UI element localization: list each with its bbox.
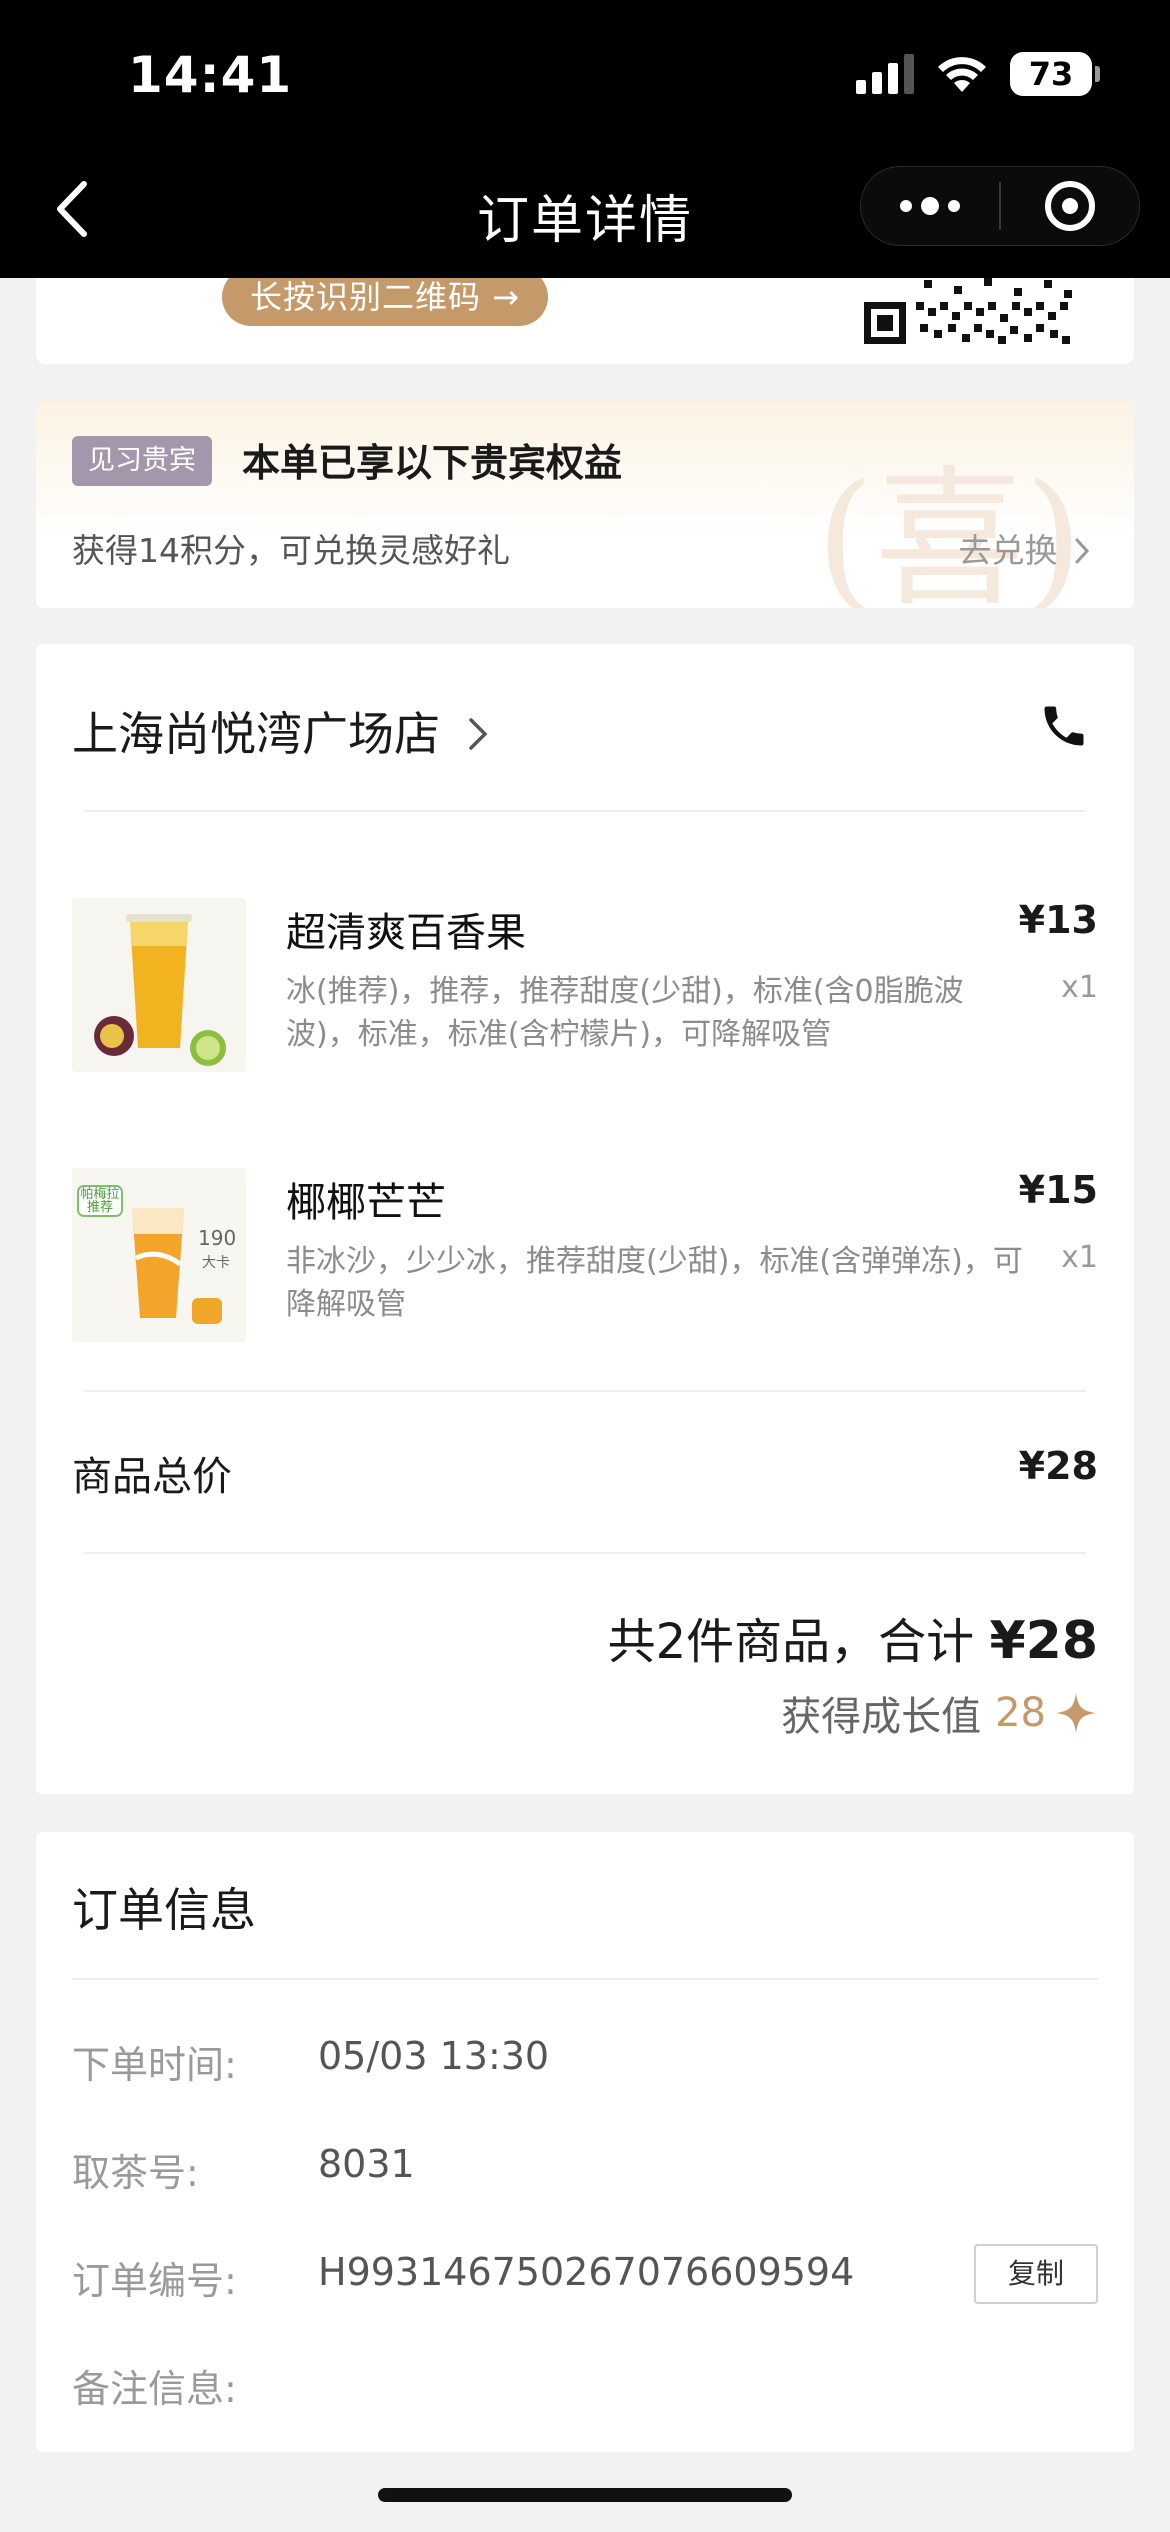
- wifi-icon: [936, 54, 988, 94]
- order-items-card: 上海尚悦湾广场店 超清爽百香果 冰(推荐)，推荐，推荐甜度(少甜)，标准(含0脂…: [36, 644, 1134, 1794]
- qr-code-icon[interactable]: [864, 268, 1074, 354]
- item-quantity: x1: [1061, 1240, 1098, 1275]
- store-name: 上海尚悦湾广场店: [72, 707, 440, 761]
- item-quantity: x1: [1061, 970, 1098, 1005]
- item-price: ¥15: [1018, 1168, 1098, 1212]
- order-info-card: 订单信息 下单时间: 05/03 13:30 取茶号: 8031 订单编号: H…: [36, 1832, 1134, 2452]
- item-options: 非冰沙，少少冰，推荐甜度(少甜)，标准(含弹弹冻)，可降解吸管: [286, 1244, 1023, 1322]
- item-image-tag: 帕梅拉推荐: [80, 1187, 120, 1215]
- item-image-passionfruit[interactable]: [72, 898, 246, 1072]
- more-button[interactable]: [861, 197, 999, 215]
- item-price: ¥13: [1018, 898, 1098, 942]
- top-bar: 14:41 73 订单详情: [0, 0, 1170, 278]
- item-name: 椰椰芒芒: [286, 1180, 446, 1226]
- copy-order-number-button[interactable]: 复制: [974, 2244, 1098, 2304]
- redeem-link[interactable]: 去兑换: [959, 524, 1093, 572]
- home-indicator[interactable]: [378, 2488, 792, 2502]
- total-value: ¥28: [989, 1611, 1098, 1671]
- vip-benefits-card: (喜) 见习贵宾 本单已享以下贵宾权益 获得14积分，可兑换灵感好礼 去兑换: [36, 400, 1134, 608]
- mini-program-capsule: [860, 166, 1140, 246]
- vip-benefits-title: 本单已享以下贵宾权益: [242, 441, 623, 485]
- sparkle-icon: [1056, 1693, 1096, 1733]
- subtotal-label: 商品总价: [72, 1454, 232, 1500]
- order-number-label: 订单编号:: [72, 2259, 237, 2303]
- divider: [84, 1552, 1086, 1554]
- order-info-title: 订单信息: [72, 1883, 256, 1937]
- order-number-value: H993146750267076609594: [318, 2250, 855, 2294]
- item-image-calorie: 190: [198, 1226, 237, 1250]
- remarks-label: 备注信息:: [72, 2367, 237, 2411]
- item-image-mango[interactable]: 帕梅拉推荐 190 大卡: [72, 1168, 246, 1342]
- vip-level-badge: 见习贵宾: [72, 436, 212, 486]
- battery-icon: 73: [1010, 52, 1100, 96]
- order-total: 共2件商品，合计 ¥28: [608, 1602, 1098, 1672]
- pickup-number-label: 取茶号:: [72, 2151, 199, 2195]
- status-icons: 73: [856, 52, 1100, 96]
- growth-label: 获得成长值: [781, 1694, 982, 1740]
- growth-points: 获得成长值 28: [781, 1684, 1098, 1742]
- subtotal-value: ¥28: [1018, 1444, 1098, 1488]
- more-dots-icon: [900, 200, 912, 212]
- order-time-value: 05/03 13:30: [318, 2034, 550, 2078]
- status-time: 14:41: [128, 46, 293, 104]
- item-options: 冰(推荐)，推荐，推荐甜度(少甜)，标准(含0脂脆波波)，标准，标准(含柠檬片)…: [286, 974, 964, 1052]
- store-link[interactable]: 上海尚悦湾广场店: [72, 698, 491, 764]
- order-time-label: 下单时间:: [72, 2043, 237, 2087]
- total-prefix: 共2件商品，合计: [607, 1614, 975, 1670]
- close-mini-program-button[interactable]: [1001, 181, 1139, 231]
- divider: [84, 1390, 1086, 1392]
- pickup-number-value: 8031: [318, 2142, 415, 2186]
- item-name: 超清爽百香果: [286, 910, 526, 956]
- target-icon: [1044, 181, 1095, 231]
- signal-icon: [856, 54, 914, 94]
- divider: [72, 1978, 1098, 1980]
- redeem-link-label: 去兑换: [958, 531, 1058, 570]
- divider: [84, 810, 1086, 812]
- phone-icon[interactable]: [1038, 700, 1090, 756]
- points-earned-text: 获得14积分，可兑换灵感好礼: [72, 531, 510, 570]
- decorative-emblem: (喜): [816, 453, 1084, 608]
- growth-value: 28: [995, 1690, 1046, 1736]
- chevron-right-icon: [468, 718, 488, 750]
- chevron-right-icon: [1075, 538, 1090, 564]
- item-image-calorie-unit: 大卡: [202, 1255, 230, 1271]
